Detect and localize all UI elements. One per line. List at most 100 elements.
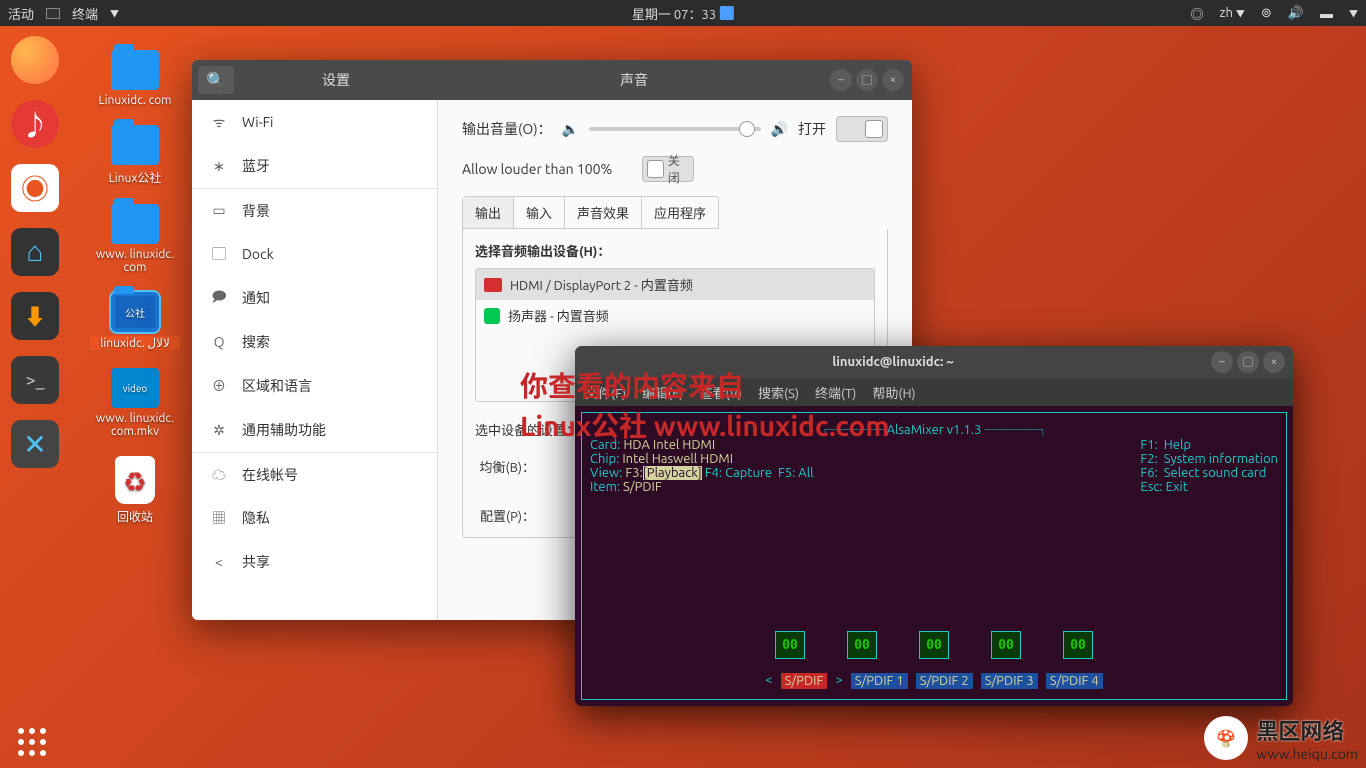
bell-icon: 🗩 <box>210 286 228 310</box>
close-button[interactable]: × <box>1263 351 1285 373</box>
wifi-icon: ᯤ <box>210 113 228 132</box>
search-button[interactable]: 🔍 <box>198 66 234 94</box>
globe-icon: ⊕ <box>210 376 228 396</box>
sidebar-item-background[interactable]: ▭背景 <box>192 188 437 232</box>
dock-firefox[interactable] <box>11 36 59 84</box>
maximize-button[interactable]: □ <box>1237 351 1259 373</box>
menu-terminal[interactable]: 终端(T) <box>815 383 856 402</box>
volume-toggle[interactable] <box>836 116 888 142</box>
menu-help[interactable]: 帮助(H) <box>872 383 915 402</box>
louder-label: Allow louder than 100% <box>462 161 612 177</box>
sidebar-item-search[interactable]: Q搜索 <box>192 320 437 364</box>
settings-sidebar: ᯤWi-Fi ∗蓝牙 ▭背景 ▢Dock 🗩通知 Q搜索 ⊕区域和语言 ✲通用辅… <box>192 100 438 620</box>
clock[interactable]: 星期一 07：33 <box>632 4 716 23</box>
terminal-menubar: 文件(F) 编辑(E) 查看(V) 搜索(S) 终端(T) 帮助(H) <box>575 378 1293 406</box>
maximize-button[interactable]: □ <box>856 69 878 91</box>
menu-file[interactable]: 文件(F) <box>585 383 626 402</box>
speaker-icon <box>484 308 500 324</box>
menu-edit[interactable]: 编辑(E) <box>642 383 683 402</box>
alsamixer-info: Card: HDA Intel HDMI Chip: Intel Haswell… <box>590 438 814 494</box>
dock-software[interactable]: ⬇ <box>11 292 59 340</box>
tab-output[interactable]: 输出 <box>463 197 514 228</box>
content-title: 声音 <box>438 70 830 90</box>
share-icon: < <box>210 554 228 570</box>
monitor-icon <box>484 278 502 292</box>
background-icon: ▭ <box>210 202 228 219</box>
sidebar-item-online-accounts[interactable]: ☁在线帐号 <box>192 452 437 496</box>
channel-level: 00 <box>919 631 949 659</box>
search-icon: Q <box>210 334 228 350</box>
open-label: 打开 <box>798 119 826 139</box>
top-bar: 活动 终端 ▼ 星期一 07：33 ◎ zh ▼ ⊚ 🔊 ▬ ▼ <box>0 0 1366 26</box>
network-icon[interactable]: ⊚ <box>1261 6 1272 21</box>
battery-icon[interactable]: ▬ <box>1320 6 1333 21</box>
speaker-icon: 🔊 <box>771 121 788 138</box>
activities-button[interactable]: 活动 <box>8 4 34 23</box>
bluetooth-icon: ∗ <box>210 158 228 175</box>
input-method[interactable]: zh ▼ <box>1219 6 1244 20</box>
tab-input[interactable]: 输入 <box>514 197 565 228</box>
terminal-titlebar[interactable]: linuxidc@linuxidc: ~ – □ × <box>575 346 1293 378</box>
menu-view[interactable]: 查看(V) <box>700 383 742 402</box>
alsamixer-help: F1: Help F2: System information F6: Sele… <box>1140 438 1278 494</box>
volume-slider[interactable] <box>589 127 760 131</box>
louder-toggle[interactable]: 关闭 <box>642 156 694 182</box>
app-menu[interactable]: 终端 <box>72 4 98 23</box>
channel-level: 00 <box>847 631 877 659</box>
dock-tools[interactable]: ✕ <box>11 420 59 468</box>
sidebar-item-notifications[interactable]: 🗩通知 <box>192 276 437 320</box>
speaker-mute-icon: 🔈 <box>562 121 579 138</box>
dock-icon: ▢ <box>210 244 228 264</box>
alsamixer-title: ┌──── AlsaMixer v1.1.3 ────┐ <box>590 419 1278 438</box>
sidebar-item-sharing[interactable]: <共享 <box>192 540 437 584</box>
desktop-folder[interactable]: www. linuxidc. com <box>90 204 180 274</box>
desktop-video[interactable]: videowww. linuxidc. com.mkv <box>90 368 180 438</box>
channel-level: 00 <box>1063 631 1093 659</box>
minimize-button[interactable]: – <box>1211 351 1233 373</box>
device-hdmi[interactable]: HDMI / DisplayPort 2 - 内置音频 <box>476 269 874 300</box>
alsamixer-labels: <S/PDIF> S/PDIF 1 S/PDIF 2 S/PDIF 3 S/PD… <box>582 673 1286 689</box>
dock-files[interactable]: ⌂ <box>11 228 59 276</box>
show-applications[interactable] <box>18 728 46 756</box>
desktop-folder[interactable]: Linuxidc. com <box>90 50 180 107</box>
titlebar[interactable]: 🔍 设置 声音 – □ × <box>192 60 912 100</box>
weather-icon <box>720 6 734 20</box>
sidebar-item-bluetooth[interactable]: ∗蓝牙 <box>192 144 437 188</box>
chevron-down-icon: ▼ <box>110 7 119 20</box>
alsamixer-channels: 00 00 00 00 00 <box>582 631 1286 659</box>
balance-label: 均衡(B)： <box>475 457 535 476</box>
volume-icon[interactable]: 🔊 <box>1288 6 1304 21</box>
accessibility-icon: ✲ <box>210 422 228 439</box>
channel-level: 00 <box>775 631 805 659</box>
channel-label: S/PDIF 4 <box>1046 673 1103 689</box>
accessibility-icon[interactable]: ◎ <box>1190 4 1203 23</box>
channel-label: S/PDIF 1 <box>851 673 908 689</box>
minimize-button[interactable]: – <box>830 69 852 91</box>
terminal-body[interactable]: ┌──── AlsaMixer v1.1.3 ────┐ Card: HDA I… <box>575 406 1293 706</box>
selected-settings-label: 选中设备的设置： <box>475 420 579 439</box>
terminal-title: linuxidc@linuxidc: ~ <box>575 355 1211 369</box>
dock-music[interactable]: ♪ <box>11 100 59 148</box>
sidebar-item-accessibility[interactable]: ✲通用辅助功能 <box>192 408 437 452</box>
desktop-trash[interactable]: ♻回收站 <box>90 456 180 525</box>
sidebar-item-wifi[interactable]: ᯤWi-Fi <box>192 100 437 144</box>
device-speaker[interactable]: 扬声器 - 内置音频 <box>476 300 874 331</box>
sidebar-item-region[interactable]: ⊕区域和语言 <box>192 364 437 408</box>
desktop-folder[interactable]: Linux公社 <box>90 125 180 186</box>
dock-terminal[interactable]: >_ <box>11 356 59 404</box>
dock: ♪ ◉ ⌂ ⬇ >_ ✕ <box>0 26 70 768</box>
cloud-icon: ☁ <box>210 465 228 485</box>
sidebar-item-dock[interactable]: ▢Dock <box>192 232 437 276</box>
tab-effects[interactable]: 声音效果 <box>565 197 642 228</box>
channel-level: 00 <box>991 631 1021 659</box>
dock-screenshot[interactable]: ◉ <box>11 164 59 212</box>
menu-search[interactable]: 搜索(S) <box>758 383 799 402</box>
lock-icon: ▦ <box>210 508 228 528</box>
desktop-folder-selected[interactable]: 公社linuxidc. لالال <box>90 292 180 350</box>
sidebar-item-privacy[interactable]: ▦隐私 <box>192 496 437 540</box>
terminal-icon <box>46 8 60 19</box>
sound-tabs: 输出 输入 声音效果 应用程序 <box>462 196 719 229</box>
tab-applications[interactable]: 应用程序 <box>642 197 718 228</box>
close-button[interactable]: × <box>882 69 904 91</box>
choose-device-label: 选择音频输出设备(H)： <box>475 241 875 260</box>
